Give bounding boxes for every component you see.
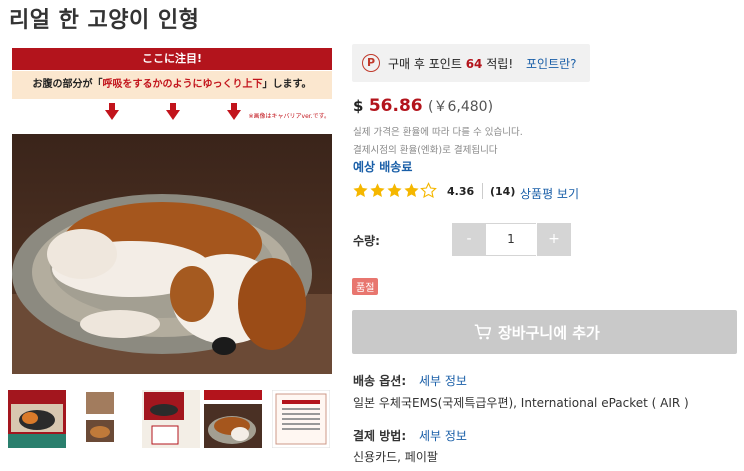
shipping-details-link[interactable]: 세부 정보 xyxy=(419,372,467,389)
shipping-fee-link[interactable]: 예상 배송료 xyxy=(353,158,412,175)
sold-out-badge: 품절 xyxy=(352,278,379,295)
star-empty-icon xyxy=(420,182,437,199)
price-yen: (￥6,480) xyxy=(428,99,494,115)
quantity-increase-button[interactable]: + xyxy=(537,223,571,256)
points-icon: P xyxy=(362,54,380,72)
arrow-down-icon xyxy=(227,103,241,120)
quantity-decrease-button[interactable]: - xyxy=(452,223,486,256)
add-to-cart-label: 장바구니에 추가 xyxy=(498,324,600,342)
main-product-image[interactable]: ここに注目! お腹の部分が「呼吸をするかのようにゆっくり上下」します。 ※画像は… xyxy=(12,48,332,374)
price-amount: 56.86 xyxy=(368,96,423,116)
rating-stars xyxy=(352,182,437,200)
product-title: 리얼 한 고양이 인형 xyxy=(9,8,200,33)
star-filled-icon xyxy=(370,183,385,197)
thumbnail-1[interactable] xyxy=(8,390,66,448)
payment-methods-value: 신용카드, 페이팔 xyxy=(353,450,438,464)
thumbnail-4[interactable] xyxy=(204,390,262,448)
price: $ 56.86 (￥6,480) xyxy=(353,96,494,116)
rating-value: 4.36 xyxy=(447,185,475,198)
points-box: P 구매 후 포인트 64 적립! 포인트란? xyxy=(352,44,590,82)
shipping-options-value: 일본 우체국EMS(국제특급우편), International ePacket… xyxy=(353,396,689,410)
quantity-input[interactable]: 1 xyxy=(486,223,536,256)
star-filled-icon xyxy=(353,183,368,197)
image-banner: ここに注目! xyxy=(12,48,332,70)
add-to-cart-button[interactable]: 장바구니에 추가 xyxy=(352,310,737,354)
dog-plush-photo xyxy=(12,134,332,374)
divider xyxy=(482,183,483,199)
cart-icon xyxy=(474,324,492,340)
payment-details-link[interactable]: 세부 정보 xyxy=(419,427,467,444)
price-note-exchange: 실제 가격은 환율에 따라 다를 수 있습니다. xyxy=(353,127,523,138)
star-filled-icon xyxy=(387,183,402,197)
thumbnail-3[interactable] xyxy=(142,390,200,448)
reviews-link[interactable]: 상품평 보기 xyxy=(520,185,579,202)
image-subbanner: お腹の部分が「呼吸をするかのようにゆっくり上下」します。 xyxy=(12,71,332,99)
thumbnail-2[interactable] xyxy=(76,390,134,448)
review-count: (14) xyxy=(490,185,516,198)
quantity-label: 수량: xyxy=(353,234,380,248)
arrow-down-icon xyxy=(105,103,119,120)
image-note: ※画像はキャバリアver.です。 xyxy=(248,113,331,120)
shipping-options-label: 배송 옵션: xyxy=(353,374,407,388)
price-note-payment: 결제시점의 환율(엔화)로 결제됩니다 xyxy=(353,145,498,156)
star-filled-icon xyxy=(404,183,419,197)
points-text: 구매 후 포인트 64 적립! xyxy=(388,57,514,71)
thumbnail-strip xyxy=(8,390,330,450)
payment-methods-label: 결제 방법: xyxy=(353,429,407,443)
thumbnail-5[interactable] xyxy=(272,390,330,448)
arrow-down-icon xyxy=(166,103,180,120)
points-info-link[interactable]: 포인트란? xyxy=(526,55,577,72)
